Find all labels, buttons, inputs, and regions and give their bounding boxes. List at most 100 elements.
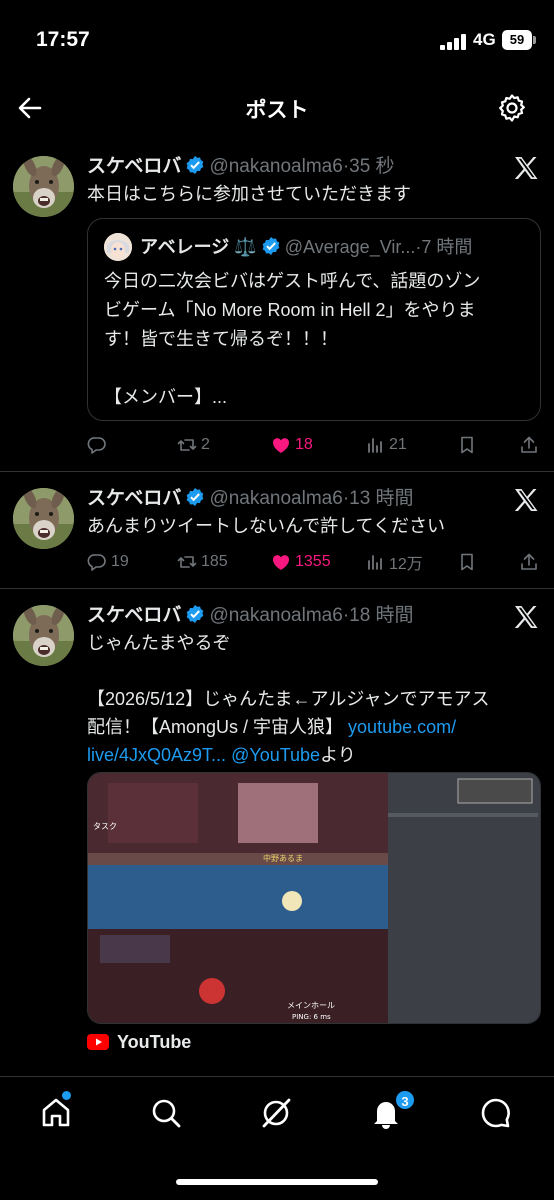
views-button[interactable]: 21	[365, 430, 407, 460]
tab-search[interactable]	[148, 1095, 184, 1131]
avatar[interactable]	[13, 156, 74, 217]
quoted-post[interactable]: アベレージ ⚖️ @Average_Vir...·7 時間 今日の二次会ビバはゲス…	[87, 218, 541, 421]
tab-home[interactable]	[38, 1095, 74, 1131]
reply-button[interactable]: 19	[87, 547, 129, 577]
link-source[interactable]: YouTube	[87, 1027, 191, 1057]
quoted-time: 7 時間	[421, 237, 473, 257]
post-header: スケベロバ @nakanoalma6·13 時間	[87, 484, 494, 514]
post-time[interactable]: 18 時間	[349, 605, 413, 626]
quoted-text-line	[104, 354, 534, 383]
top-bar: ポスト	[0, 80, 554, 136]
avatar[interactable]	[13, 605, 74, 666]
donkey-avatar-image	[13, 488, 74, 549]
bookmark-icon	[461, 436, 473, 454]
repost-button[interactable]: 185	[177, 547, 228, 577]
verified-badge-icon	[187, 156, 204, 174]
views-icon	[368, 438, 382, 453]
like-button[interactable]: 1355	[271, 547, 331, 577]
battery-tip	[533, 36, 536, 44]
status-time: 17:57	[36, 28, 90, 51]
post-text: じゃんたまやるぞ 【2026/5/12】じゃんたま←アルジャンでアモアス 配信！…	[87, 629, 542, 769]
x-logo-icon	[514, 606, 538, 628]
verified-badge-icon	[187, 488, 204, 506]
link-card-media[interactable]: 中野あるま メインホール PING: 6 ms タスク	[87, 772, 541, 1024]
handle[interactable]: @nakanoalma6	[209, 488, 342, 509]
room-label: メインホール	[287, 1001, 335, 1010]
post-text-spacer	[87, 657, 542, 685]
post-text-line: live/4JxQ0Az9T... @YouTubeより	[87, 741, 542, 769]
quoted-text-line: 【メンバー】...	[104, 387, 228, 407]
post-text-segment: より	[320, 745, 356, 765]
verified-badge-icon	[187, 605, 204, 623]
quoted-handle: @Average_Vir...	[284, 237, 416, 257]
post-actions: 2 18 21	[87, 430, 542, 460]
heart-filled-icon	[272, 438, 290, 453]
like-button[interactable]: 18	[271, 430, 313, 460]
battery-icon: 59	[502, 30, 532, 50]
share-button[interactable]	[519, 430, 543, 460]
player-name-label: 中野あるま	[263, 853, 303, 863]
quoted-text-line: 今日の二次会ビバはゲスト呼んで、話題のゾン	[104, 271, 481, 291]
notification-badge: 3	[394, 1089, 416, 1111]
x-logo-icon	[514, 489, 538, 511]
verified-badge-icon	[262, 237, 280, 255]
youtube-icon	[87, 1034, 109, 1050]
avatar[interactable]	[13, 488, 74, 549]
signal-icon	[440, 34, 466, 50]
quoted-text: 今日の二次会ビバはゲスト呼んで、話題のゾン ビゲーム「No More Room …	[104, 267, 534, 412]
quoted-text-line: す！皆で生きて帰るぞ！！！	[104, 329, 338, 349]
like-count: 1355	[295, 553, 331, 570]
post-time[interactable]: 35 秒	[349, 156, 394, 177]
bookmark-button[interactable]	[457, 547, 481, 577]
task-label: タスク	[93, 822, 117, 831]
network-type: 4G	[473, 30, 496, 49]
reply-icon	[87, 554, 106, 571]
post-header: スケベロバ @nakanoalma6·18 時間	[87, 601, 494, 631]
views-button[interactable]: 12万	[365, 547, 423, 577]
post-item[interactable]: スケベロバ @nakanoalma6·13 時間 あんまりツイートしないんで許して…	[0, 472, 554, 589]
repost-icon	[177, 439, 197, 451]
post-actions: 19 185 1355 12万	[87, 547, 542, 577]
display-name[interactable]: スケベロバ	[87, 488, 181, 509]
share-button[interactable]	[519, 547, 543, 577]
handle[interactable]: @nakanoalma6	[209, 156, 342, 177]
quoted-display-name: アベレージ ⚖️	[140, 237, 257, 257]
post-text-line: 配信！【AmongUs / 宇宙人狼】 youtube.com/	[87, 713, 542, 741]
display-name[interactable]: スケベロバ	[87, 605, 181, 626]
share-icon	[521, 436, 537, 453]
repost-button[interactable]: 2	[177, 430, 210, 460]
tab-messages[interactable]	[478, 1095, 514, 1131]
post-text-line: 【2026/5/12】じゃんたま←アルジャンでアモアス	[87, 689, 490, 709]
bookmark-icon	[461, 553, 473, 571]
bookmark-button[interactable]	[457, 430, 481, 460]
page-title: ポスト	[245, 99, 309, 122]
tab-grok[interactable]	[258, 1095, 294, 1131]
home-icon	[42, 1098, 70, 1127]
post-time[interactable]: 13 時間	[349, 488, 413, 509]
post-header: スケベロバ @nakanoalma6·35 秒	[87, 152, 494, 182]
search-icon	[152, 1099, 181, 1128]
quoted-avatar	[104, 233, 132, 261]
messages-icon	[481, 1098, 510, 1128]
anime-avatar-image	[104, 233, 132, 261]
mention-link[interactable]: @YouTube	[226, 745, 320, 765]
youtube-link[interactable]: youtube.com/	[348, 717, 456, 737]
post-text-segment: 配信！【AmongUs / 宇宙人狼】	[87, 717, 349, 737]
heart-filled-icon	[272, 555, 290, 570]
home-unread-dot	[62, 1091, 71, 1100]
post-item[interactable]: スケベロバ @nakanoalma6·18 時間 じゃんたまやるぞ 【2026/5…	[0, 589, 554, 1109]
home-indicator	[176, 1179, 378, 1185]
share-icon	[521, 553, 537, 570]
display-name[interactable]: スケベロバ	[87, 156, 181, 177]
handle[interactable]: @nakanoalma6	[209, 605, 342, 626]
post-item[interactable]: スケベロバ @nakanoalma6·35 秒 本日はこちらに参加させていただきま…	[0, 140, 554, 472]
quoted-header: アベレージ ⚖️ @Average_Vir...·7 時間	[140, 233, 528, 261]
views-count: 21	[389, 436, 407, 453]
reply-button[interactable]	[87, 430, 111, 460]
post-text: あんまりツイートしないんで許してください	[87, 516, 446, 536]
youtube-link-continued[interactable]: live/4JxQ0Az9T...	[87, 745, 226, 765]
donkey-avatar-image	[13, 156, 74, 217]
link-source-label: YouTube	[117, 1031, 192, 1052]
settings-button[interactable]	[496, 92, 528, 124]
donkey-avatar-image	[13, 605, 74, 666]
